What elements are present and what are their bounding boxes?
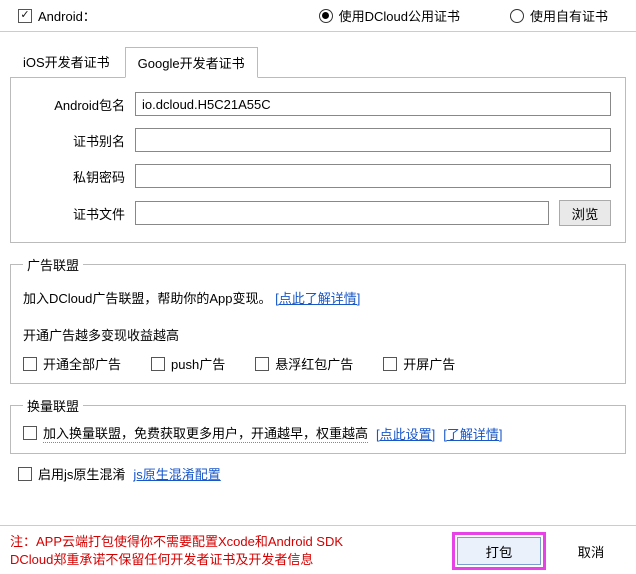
- group-ads-title: 广告联盟: [23, 255, 83, 274]
- exchange-set-link[interactable]: [点此设置]: [376, 424, 435, 443]
- chk-float-ads-label: 悬浮红包广告: [275, 354, 353, 373]
- native-obf-config-link[interactable]: js原生混淆配置: [133, 464, 220, 483]
- chk-push-ads[interactable]: push广告: [151, 354, 225, 373]
- label-package-name: Android包名: [25, 95, 125, 114]
- ads-options-row: 开通全部广告 push广告 悬浮红包广告 开屏广告: [23, 354, 613, 373]
- row-cert-file: 证书文件 浏览: [25, 200, 611, 226]
- chk-all-ads[interactable]: 开通全部广告: [23, 354, 121, 373]
- ads-intro-text: 加入DCloud广告联盟，帮助你的App变现。: [23, 291, 272, 306]
- platform-cert-row: Android： 使用DCloud公用证书 使用自有证书: [0, 0, 636, 32]
- group-ads: 广告联盟 加入DCloud广告联盟，帮助你的App变现。 [点此了解详情] 开通…: [10, 255, 626, 384]
- google-cert-pane: Android包名 证书别名 私钥密码 证书文件 浏览: [10, 77, 626, 243]
- label-private-key-pwd: 私钥密码: [25, 167, 125, 186]
- label-cert-file: 证书文件: [25, 204, 125, 223]
- input-package-name[interactable]: [135, 92, 611, 116]
- chk-splash-ads[interactable]: 开屏广告: [383, 354, 455, 373]
- tab-google[interactable]: Google开发者证书: [125, 47, 258, 78]
- footer-note-l2: DCloud郑重承诺不保留任何开发者证书及开发者信息: [10, 551, 442, 569]
- radio-own-label: 使用自有证书: [530, 6, 608, 25]
- cancel-button[interactable]: 取消: [556, 537, 626, 565]
- radio-public-cert[interactable]: 使用DCloud公用证书: [319, 6, 460, 25]
- exchange-text: 加入换量联盟，免费获取更多用户，开通越早，权重越高: [43, 423, 368, 443]
- radio-own-cert[interactable]: 使用自有证书: [510, 6, 608, 25]
- radio-icon: [319, 9, 333, 23]
- chk-splash-ads-label: 开屏广告: [403, 354, 455, 373]
- chk-native-obf[interactable]: 启用js原生混淆: [18, 464, 125, 483]
- ads-subline: 开通广告越多变现收益越高: [23, 325, 613, 344]
- row-native-obf: 启用js原生混淆 js原生混淆配置: [0, 454, 636, 493]
- radio-public-label: 使用DCloud公用证书: [339, 6, 460, 25]
- chk-float-ads[interactable]: 悬浮红包广告: [255, 354, 353, 373]
- cert-tabs: iOS开发者证书 Google开发者证书: [0, 32, 636, 77]
- checkbox-icon: [151, 357, 165, 371]
- ads-details-link[interactable]: [点此了解详情]: [275, 291, 360, 306]
- chk-push-ads-label: push广告: [171, 354, 225, 373]
- chk-native-obf-label: 启用js原生混淆: [38, 464, 125, 483]
- build-button[interactable]: 打包: [457, 537, 541, 565]
- exchange-detail-link[interactable]: [了解详情]: [443, 424, 502, 443]
- chk-exchange[interactable]: 加入换量联盟，免费获取更多用户，开通越早，权重越高: [23, 423, 368, 443]
- browse-button[interactable]: 浏览: [559, 200, 611, 226]
- footer-bar: 注：APP云端打包使得你不需要配置Xcode和Android SDK DClou…: [0, 525, 636, 574]
- exchange-row: 加入换量联盟，免费获取更多用户，开通越早，权重越高 [点此设置] [了解详情]: [23, 423, 613, 443]
- checkbox-icon: [18, 9, 32, 23]
- row-package-name: Android包名: [25, 92, 611, 116]
- group-exchange: 换量联盟 加入换量联盟，免费获取更多用户，开通越早，权重越高 [点此设置] [了…: [10, 396, 626, 454]
- build-highlight: 打包: [452, 532, 546, 570]
- android-label: Android：: [38, 6, 96, 25]
- input-cert-alias[interactable]: [135, 128, 611, 152]
- chk-all-ads-label: 开通全部广告: [43, 354, 121, 373]
- row-cert-alias: 证书别名: [25, 128, 611, 152]
- footer-note-l1: 注：APP云端打包使得你不需要配置Xcode和Android SDK: [10, 533, 442, 551]
- checkbox-icon: [23, 426, 37, 440]
- tab-ios[interactable]: iOS开发者证书: [10, 46, 123, 77]
- ads-intro-line: 加入DCloud广告联盟，帮助你的App变现。 [点此了解详情]: [23, 288, 613, 307]
- footer-note: 注：APP云端打包使得你不需要配置Xcode和Android SDK DClou…: [10, 533, 442, 568]
- row-private-key-pwd: 私钥密码: [25, 164, 611, 188]
- group-exchange-title: 换量联盟: [23, 396, 83, 415]
- input-private-key-pwd[interactable]: [135, 164, 611, 188]
- checkbox-icon: [18, 467, 32, 481]
- label-cert-alias: 证书别名: [25, 131, 125, 150]
- checkbox-icon: [383, 357, 397, 371]
- radio-icon: [510, 9, 524, 23]
- checkbox-icon: [255, 357, 269, 371]
- checkbox-icon: [23, 357, 37, 371]
- input-cert-file[interactable]: [135, 201, 549, 225]
- android-checkbox[interactable]: Android：: [18, 6, 96, 25]
